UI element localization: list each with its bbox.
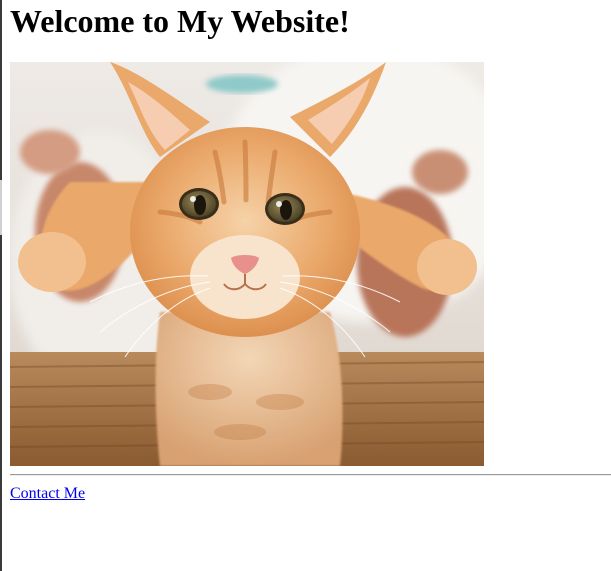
page-title: Welcome to My Website! [10, 3, 350, 39]
kitten-photo [10, 62, 484, 466]
horizontal-divider [10, 474, 611, 476]
window-left-edge [0, 0, 2, 571]
page-content: Welcome to My Website! Contact Me [10, 0, 611, 503]
contact-me-link[interactable]: Contact Me [10, 485, 85, 503]
